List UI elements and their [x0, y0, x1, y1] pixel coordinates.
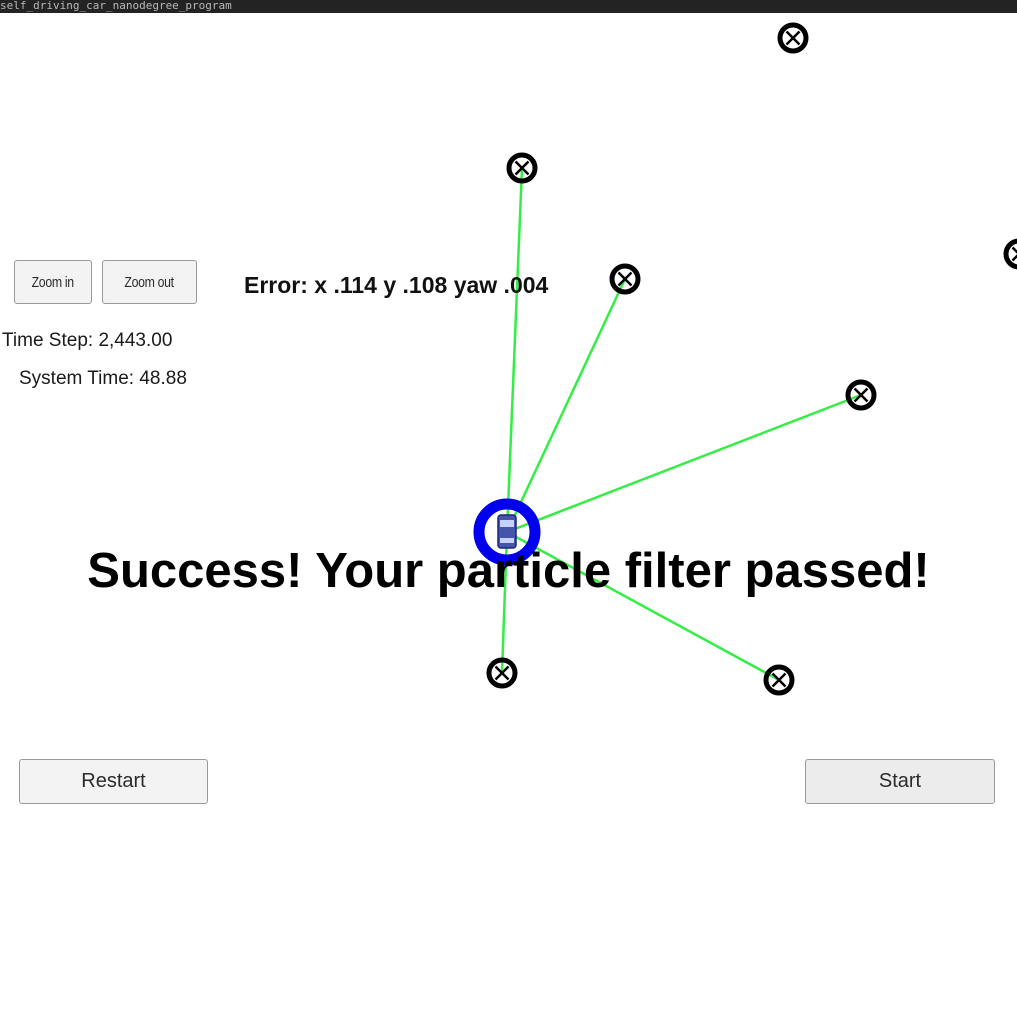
system-time-label: System Time: 48.88 — [19, 368, 187, 389]
observation-line — [505, 167, 524, 533]
observation-lines — [500, 167, 862, 682]
zoom-out-button[interactable]: Zoom out — [102, 260, 197, 304]
landmark-x-circle-icon — [845, 379, 877, 411]
success-message: Success! Your particle filter passed! — [87, 544, 930, 598]
restart-button[interactable]: Restart — [19, 759, 208, 804]
zoom-in-button[interactable]: Zoom in — [14, 260, 92, 304]
landmark-x-circle-icon — [763, 664, 795, 696]
simulator-scene — [473, 22, 1017, 696]
error-readout: Error: x .114 y .108 yaw .004 — [244, 272, 549, 298]
car-windshield-icon — [500, 520, 514, 527]
landmark-x-circle-icon — [777, 22, 809, 54]
landmark-x-circle-icon — [609, 263, 641, 295]
time-step-label: Time Step: 2,443.00 — [2, 330, 173, 351]
landmark-x-circle-icon — [1003, 238, 1017, 270]
start-button[interactable]: Start — [805, 759, 995, 804]
